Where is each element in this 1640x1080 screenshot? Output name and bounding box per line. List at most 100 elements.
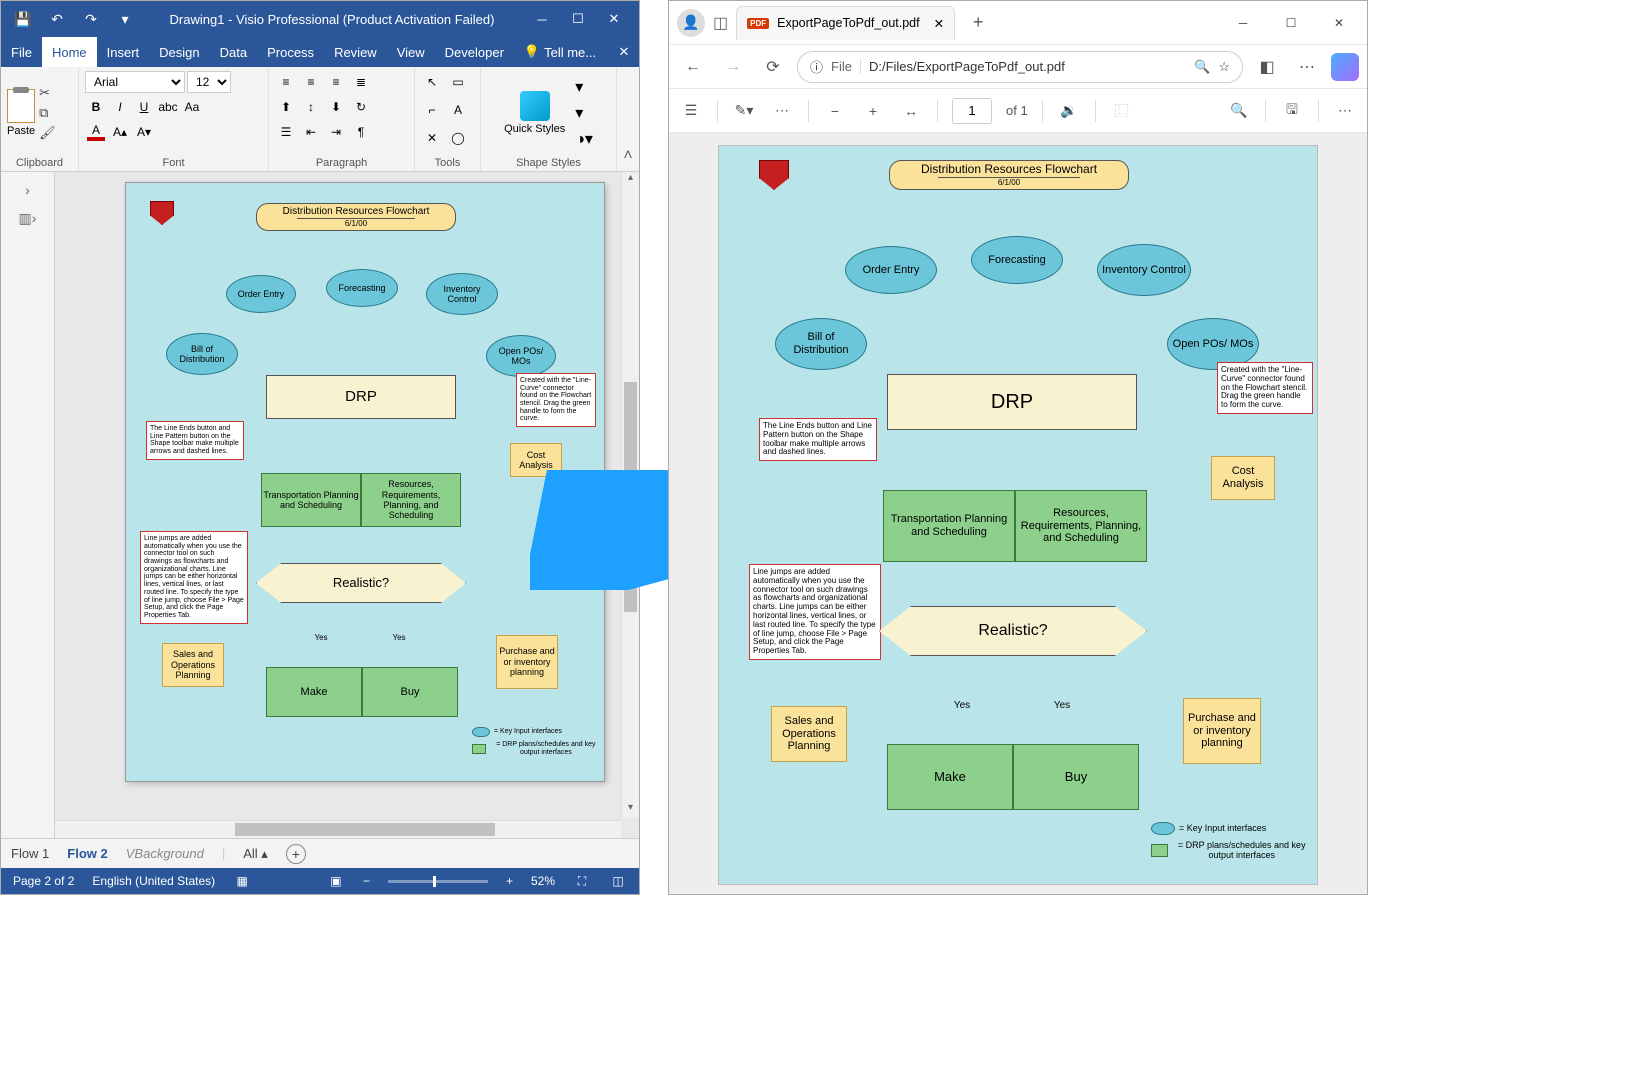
page-tab-flow2[interactable]: Flow 2 [67,846,107,861]
close-ribbon-button[interactable]: ✕ [609,44,639,60]
paste-button[interactable]: Paste [7,89,35,137]
macro-recording-icon[interactable]: ▦ [233,872,251,890]
zoom-slider[interactable] [388,880,488,883]
read-aloud-icon[interactable]: 🔉 [1057,99,1081,123]
node-order-entry[interactable]: Order Entry [226,275,296,313]
add-page-button[interactable]: + [286,844,306,864]
pdf-menu-icon[interactable]: ⋯ [1333,99,1357,123]
edge-minimize-button[interactable]: ─ [1223,6,1263,40]
node-realistic-decision[interactable]: Realistic? [256,563,466,603]
tab-process[interactable]: Process [257,37,324,67]
format-painter-icon[interactable]: 🖌 [39,125,56,141]
redo-icon[interactable]: ↷ [77,5,105,33]
tab-home[interactable]: Home [42,37,97,67]
edge-maximize-button[interactable]: ☐ [1271,6,1311,40]
close-button[interactable]: ✕ [597,5,631,33]
tab-review[interactable]: Review [324,37,387,67]
ellipse-tool-button[interactable]: ◯ [447,127,469,149]
fit-width-icon[interactable]: ↔ [899,99,923,123]
copy-icon[interactable]: ⧉ [39,105,56,121]
font-size-select[interactable]: 12pt. [187,71,231,93]
node-inventory-control[interactable]: Inventory Control [426,273,498,315]
back-button[interactable]: ← [677,51,709,83]
ribbon-collapse-button[interactable]: ˄ [617,67,639,171]
pointer-tool-button[interactable]: ↖ [421,71,443,93]
align-right-button[interactable]: ≡ [325,71,347,93]
forward-button[interactable]: → [717,51,749,83]
justify-button[interactable]: ≣ [350,71,372,93]
tab-view[interactable]: View [387,37,435,67]
decrease-indent-button[interactable]: ⇤ [300,121,322,143]
workspaces-icon[interactable]: ◫ [713,13,728,33]
node-purchase-planning[interactable]: Purchase and or inventory planning [496,635,558,689]
page-tab-all[interactable]: All ▴ [243,846,268,862]
page-number-input[interactable] [952,98,992,124]
node-transportation[interactable]: Transportation Planning and Scheduling [261,473,361,527]
profile-avatar-icon[interactable]: 👤 [677,9,705,37]
contents-icon[interactable]: ☰ [679,99,703,123]
pdf-page[interactable]: Distribution Resources Flowchart 6/1/00 … [718,145,1318,885]
zoom-in-button[interactable]: + [506,874,513,888]
refresh-button[interactable]: ⟳ [757,51,789,83]
minimize-button[interactable]: ─ [525,5,559,33]
tab-file[interactable]: File [1,37,42,67]
strike-button[interactable]: abc [157,96,179,118]
expand-shapes-icon[interactable]: › [25,182,30,198]
node-sales-ops[interactable]: Sales and Operations Planning [162,643,224,687]
maximize-button[interactable]: ☐ [561,5,595,33]
font-color-button[interactable]: A [85,121,107,143]
site-info-icon[interactable]: ⓘ [810,57,823,76]
tab-developer[interactable]: Developer [435,37,514,67]
bold-button[interactable]: B [85,96,107,118]
chart-title-box[interactable]: Distribution Resources Flowchart 6/1/00 [256,203,456,231]
text-direction-button[interactable]: ↻ [350,96,372,118]
zoom-out-button[interactable]: − [823,99,847,123]
note-line-jumps[interactable]: Line jumps are added automatically when … [140,531,248,624]
horizontal-scrollbar[interactable] [55,820,621,838]
tab-insert[interactable]: Insert [97,37,150,67]
page-view-icon[interactable]: ⿺ [1110,99,1134,123]
edge-close-button[interactable]: ✕ [1319,6,1359,40]
red-flag-shape[interactable] [150,201,174,225]
qat-chevron-icon[interactable]: ▾ [111,5,139,33]
save-pdf-icon[interactable]: 🖫 [1280,99,1304,123]
cut-icon[interactable]: ✂ [39,85,56,101]
tab-close-icon[interactable]: ✕ [934,16,944,31]
line-button[interactable]: ▾ [575,103,593,123]
find-icon[interactable]: 🔍 [1227,99,1251,123]
save-icon[interactable]: 💾 [9,5,37,33]
increase-indent-button[interactable]: ⇥ [325,121,347,143]
zoom-in-button[interactable]: + [861,99,885,123]
scroll-up-arrow[interactable]: ▴ [622,172,639,188]
node-open-pos[interactable]: Open POs/ MOs [486,335,556,377]
zoom-percent[interactable]: 52% [531,874,555,888]
grow-font-button[interactable]: A▴ [109,121,131,143]
connection-point-button[interactable]: ✕ [421,127,443,149]
node-make[interactable]: Make [266,667,362,717]
node-buy[interactable]: Buy [362,667,458,717]
tab-data[interactable]: Data [210,37,257,67]
align-bottom-button[interactable]: ⬇ [325,96,347,118]
shapes-pane-collapsed[interactable]: › ▥› [1,172,55,838]
connector-tool-button[interactable]: ⌐ [421,99,443,121]
font-name-select[interactable]: Arial [85,71,185,93]
copilot-icon[interactable] [1331,53,1359,81]
presentation-mode-icon[interactable]: ▣ [327,872,345,890]
undo-icon[interactable]: ↶ [43,5,71,33]
underline-button[interactable]: U [133,96,155,118]
stencil-icon[interactable]: ▥› [19,210,37,227]
page-tab-vbackground[interactable]: VBackground [126,846,204,861]
italic-button[interactable]: I [109,96,131,118]
node-bill-distribution[interactable]: Bill of Distribution [166,333,238,375]
more-tools-icon[interactable]: ⋯ [770,99,794,123]
draw-icon[interactable]: ✎▾ [732,99,756,123]
align-middle-button[interactable]: ↕ [300,96,322,118]
paragraph-spacing-button[interactable]: ¶ [350,121,372,143]
align-top-button[interactable]: ⬆ [275,96,297,118]
text-highlight-button[interactable]: Aa [181,96,203,118]
quick-styles-button[interactable]: Quick Styles [504,91,565,135]
settings-menu-button[interactable]: ⋯ [1291,51,1323,83]
fill-button[interactable]: ▾ [575,77,593,97]
tab-design[interactable]: Design [149,37,209,67]
effects-button[interactable]: ◑▾ [575,129,593,149]
